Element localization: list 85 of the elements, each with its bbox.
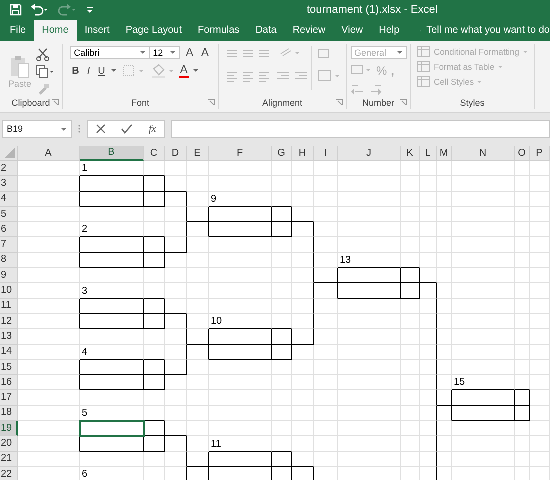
italic-button[interactable]: I: [85, 66, 92, 76]
ribbon-tab[interactable]: Formulas: [190, 20, 248, 41]
row-header[interactable]: 22: [0, 466, 18, 480]
sheet-cell[interactable]: 15: [452, 375, 515, 390]
name-box[interactable]: B19: [2, 120, 72, 138]
tell-me-search[interactable]: Tell me what you want to do: [426, 25, 550, 36]
match-number: 11: [211, 438, 222, 451]
row-header[interactable]: 2: [0, 161, 18, 176]
sheet-cell[interactable]: 13: [338, 252, 401, 268]
group-label: Styles: [460, 98, 485, 109]
column-header[interactable]: L: [420, 146, 437, 161]
font-size-dropdown[interactable]: 12: [149, 46, 180, 59]
row-header[interactable]: 9: [0, 268, 18, 284]
column-header[interactable]: F: [209, 146, 272, 161]
ribbon-tab[interactable]: Data: [248, 20, 285, 41]
sheet-cell[interactable]: 3: [80, 283, 144, 299]
column-header[interactable]: I: [314, 146, 338, 161]
sheet-cell[interactable]: 6: [80, 466, 144, 480]
group-label: Number: [362, 98, 394, 109]
row-header[interactable]: 6: [0, 222, 18, 238]
row-header[interactable]: 20: [0, 436, 18, 452]
font-name-dropdown[interactable]: Calibri: [70, 46, 150, 59]
row-header[interactable]: 7: [0, 237, 18, 253]
row-header[interactable]: 18: [0, 406, 18, 422]
bold-button[interactable]: B: [70, 66, 82, 76]
sheet-cell[interactable]: 1: [80, 161, 144, 176]
sheet-cell[interactable]: 4: [80, 344, 144, 360]
row-header[interactable]: 8: [0, 252, 18, 268]
row-header[interactable]: 5: [0, 206, 18, 222]
column-header[interactable]: E: [187, 146, 209, 161]
group-label: Alignment: [262, 98, 303, 109]
column-header[interactable]: D: [165, 146, 187, 161]
match-number: 6: [82, 469, 88, 480]
match-number: 9: [211, 194, 217, 206]
ribbon-tab[interactable]: Review: [284, 20, 334, 41]
match-number: 1: [82, 163, 88, 176]
row-header[interactable]: 14: [0, 344, 18, 360]
font-color-button[interactable]: A: [179, 64, 189, 78]
match-number: 3: [82, 286, 88, 298]
column-header[interactable]: K: [401, 146, 420, 161]
ribbon-tab[interactable]: Insert: [76, 20, 118, 41]
row-header[interactable]: 10: [0, 283, 18, 299]
column-header[interactable]: P: [530, 146, 550, 161]
column-header[interactable]: C: [144, 146, 165, 161]
increase-font-button[interactable]: A: [184, 46, 196, 58]
row-header[interactable]: 17: [0, 390, 18, 406]
match-number: 10: [211, 316, 222, 328]
sheet-cell[interactable]: 11: [209, 436, 272, 452]
decrease-font-button[interactable]: A: [200, 46, 211, 58]
row-header[interactable]: 11: [0, 298, 18, 314]
ribbon-tab[interactable]: Home: [34, 20, 77, 41]
ribbon-tab[interactable]: Page Layout: [118, 20, 190, 41]
sheet-cell[interactable]: 10: [209, 314, 272, 330]
row-header[interactable]: 15: [0, 360, 18, 376]
insert-function-button[interactable]: fx: [148, 124, 156, 134]
row-header[interactable]: 21: [0, 452, 18, 467]
window-title: tournament (1).xlsx - Excel: [307, 4, 438, 16]
row-header[interactable]: 19: [0, 421, 18, 436]
sheet-cell[interactable]: 9: [209, 192, 272, 207]
column-header[interactable]: J: [338, 146, 401, 161]
group-label: Clipboard: [12, 98, 50, 109]
match-number: 13: [340, 255, 352, 268]
underline-button[interactable]: U: [96, 66, 108, 76]
row-header[interactable]: 12: [0, 314, 18, 330]
row-header[interactable]: 16: [0, 375, 18, 390]
ribbon-tab[interactable]: Help: [371, 20, 408, 41]
row-header[interactable]: 3: [0, 176, 18, 192]
group-label: Font: [131, 98, 150, 109]
column-header[interactable]: G: [272, 146, 292, 161]
sheet-cell[interactable]: 5: [80, 406, 144, 422]
match-number: 2: [82, 224, 88, 236]
match-number: 5: [82, 408, 88, 420]
sheet-cell[interactable]: 2: [80, 222, 144, 238]
match-number: 4: [82, 346, 88, 359]
column-header[interactable]: N: [452, 146, 515, 161]
column-header[interactable]: M: [437, 146, 452, 161]
column-header[interactable]: O: [515, 146, 530, 161]
column-header[interactable]: A: [18, 146, 80, 161]
row-header[interactable]: 13: [0, 329, 18, 345]
column-header[interactable]: B: [80, 146, 144, 161]
ribbon-tab[interactable]: View: [334, 20, 372, 41]
match-number: 15: [454, 377, 466, 390]
row-header[interactable]: 4: [0, 192, 18, 207]
ribbon-tab[interactable]: File: [2, 20, 34, 41]
column-header[interactable]: H: [292, 146, 314, 161]
